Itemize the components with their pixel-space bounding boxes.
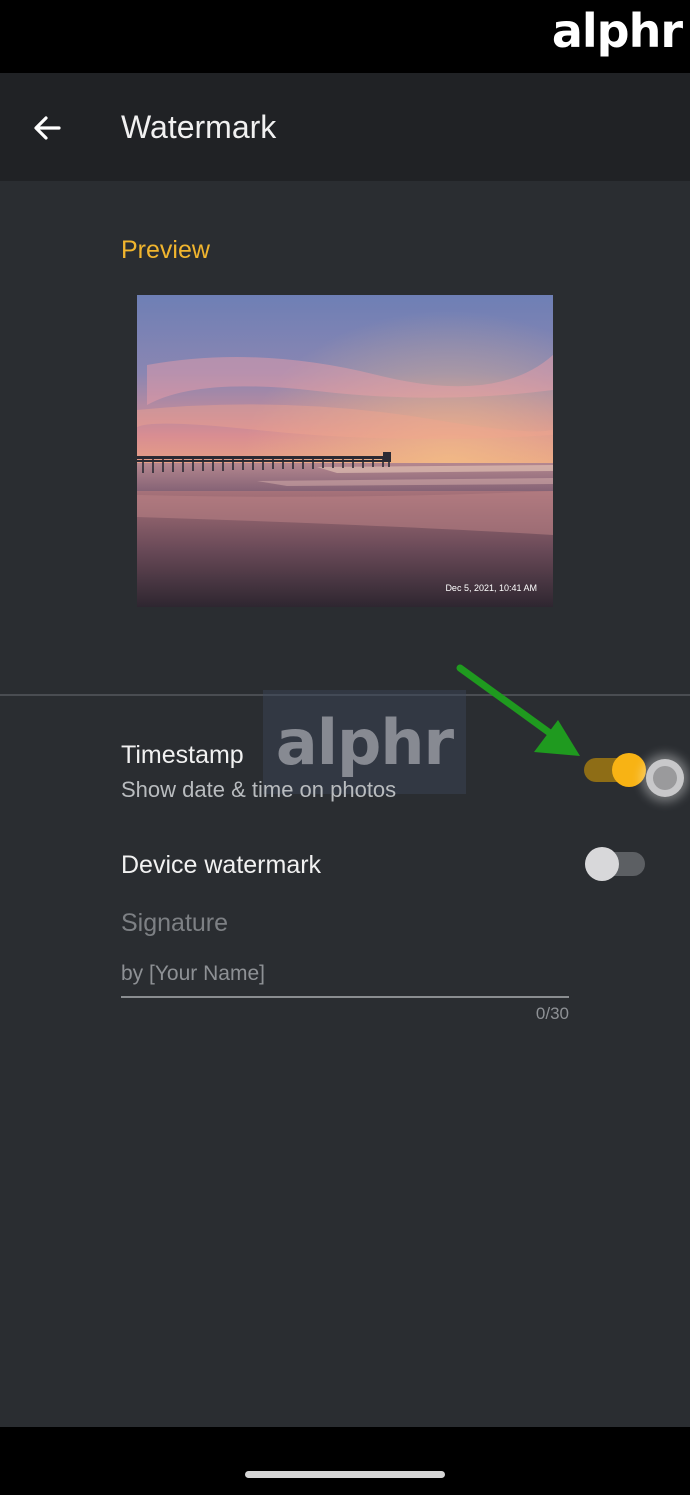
preview-label: Preview	[121, 236, 210, 264]
timestamp-subtitle: Show date & time on photos	[121, 777, 397, 802]
arrow-left-icon	[34, 116, 61, 140]
status-bar: alphr	[0, 0, 690, 73]
device-watermark-title: Device watermark	[121, 851, 322, 879]
sunset-pier-photo	[137, 295, 553, 607]
character-counter: 0/30	[535, 1004, 569, 1023]
signature-input[interactable]	[121, 952, 569, 998]
toggle-knob	[585, 847, 619, 881]
touch-indicator	[646, 759, 684, 797]
annotation-arrow-icon	[456, 664, 580, 756]
preview-timestamp: Dec 5, 2021, 10:41 AM	[445, 583, 537, 593]
app-bar: Watermark	[0, 73, 690, 181]
toggle-knob	[612, 753, 646, 787]
home-gesture-handle[interactable]	[245, 1471, 445, 1478]
signature-label: Signature	[121, 909, 229, 937]
back-button[interactable]	[24, 105, 70, 151]
preview-image: Dec 5, 2021, 10:41 AM	[137, 295, 553, 607]
navigation-bar	[0, 1427, 690, 1495]
alphr-logo: alphr	[551, 4, 683, 58]
page-title: Watermark	[121, 109, 277, 145]
timestamp-title: Timestamp	[121, 741, 244, 769]
